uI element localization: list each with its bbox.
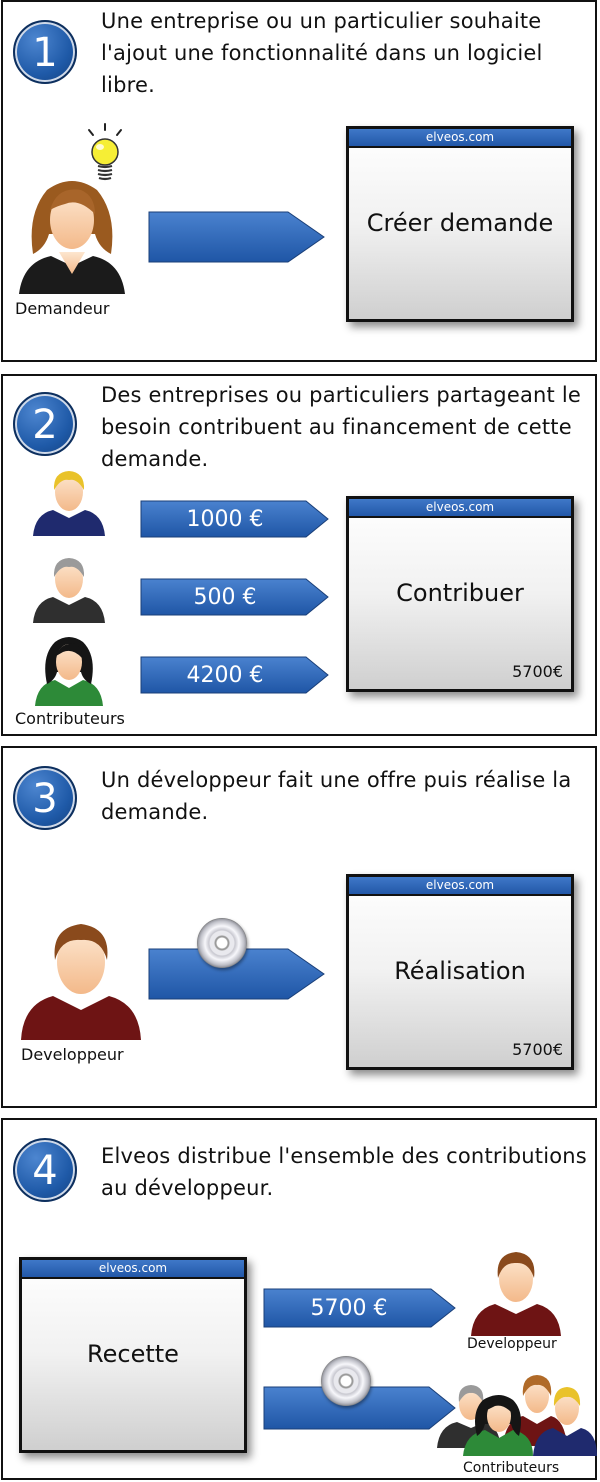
- step-description: Une entreprise ou un particulier souhait…: [101, 9, 543, 97]
- contributor-avatar: [33, 558, 105, 623]
- elveos-window: elveos.com Recette: [19, 1257, 247, 1453]
- developer-label: Developpeur: [21, 1045, 124, 1064]
- contributors-label: Contributeurs: [15, 709, 125, 728]
- requester-avatar: [19, 181, 125, 294]
- arrow-to-window: [148, 211, 325, 263]
- realisation-label: Réalisation: [394, 957, 526, 985]
- step-number-badge: 4: [13, 1138, 77, 1202]
- step-number-badge: 1: [13, 20, 77, 84]
- developer-avatar: [471, 1252, 561, 1336]
- payment-arrow: 5700 €: [263, 1288, 457, 1328]
- contribution-arrow: 4200 €: [140, 656, 330, 694]
- total-amount: 5700€: [512, 662, 563, 681]
- window-title-bar: elveos.com: [349, 129, 571, 148]
- contribute-label: Contribuer: [396, 579, 524, 607]
- step-4-panel: 4 Elveos distribue l'ensemble des contri…: [1, 1118, 597, 1480]
- step-number-badge: 2: [13, 392, 77, 456]
- elveos-window: elveos.com Créer demande: [346, 126, 574, 322]
- contribution-amount: 4200 €: [186, 662, 264, 688]
- window-title-bar: elveos.com: [349, 499, 571, 518]
- contribution-amount: 1000 €: [186, 506, 264, 532]
- create-request-label: Créer demande: [366, 209, 554, 237]
- contributor-avatar: [35, 637, 103, 706]
- recette-label: Recette: [87, 1340, 179, 1368]
- contributor-avatar: [33, 471, 105, 536]
- step-description: Des entreprises ou particuliers partagea…: [101, 383, 581, 471]
- elveos-window: elveos.com Contribuer 5700€: [346, 496, 574, 692]
- step-2-panel: 2 Des entreprises ou particuliers partag…: [1, 374, 597, 736]
- step-description: Elveos distribue l'ensemble des contribu…: [101, 1144, 587, 1200]
- step-number-badge: 3: [13, 766, 77, 830]
- payment-amount: 5700 €: [310, 1295, 388, 1321]
- contribution-arrow: 500 €: [140, 578, 330, 616]
- step-description: Un développeur fait une offre puis réali…: [101, 768, 572, 824]
- window-title-bar: elveos.com: [349, 877, 571, 896]
- developer-label: Developpeur: [467, 1336, 557, 1352]
- cd-icon: [197, 918, 247, 968]
- requester-label: Demandeur: [15, 299, 110, 318]
- step-1-panel: 1 Une entreprise ou un particulier souha…: [1, 0, 597, 362]
- step-3-panel: 3 Un développeur fait une offre puis réa…: [1, 746, 597, 1108]
- total-amount: 5700€: [512, 1040, 563, 1059]
- contributors-group-avatar: [437, 1375, 597, 1456]
- developer-avatar: [21, 924, 141, 1040]
- contribution-amount: 500 €: [193, 584, 257, 610]
- window-title-bar: elveos.com: [22, 1260, 244, 1279]
- contribution-arrow: 1000 €: [140, 500, 330, 538]
- contributors-label: Contributeurs: [463, 1460, 560, 1476]
- cd-icon: [321, 1356, 371, 1406]
- elveos-window: elveos.com Réalisation 5700€: [346, 874, 574, 1070]
